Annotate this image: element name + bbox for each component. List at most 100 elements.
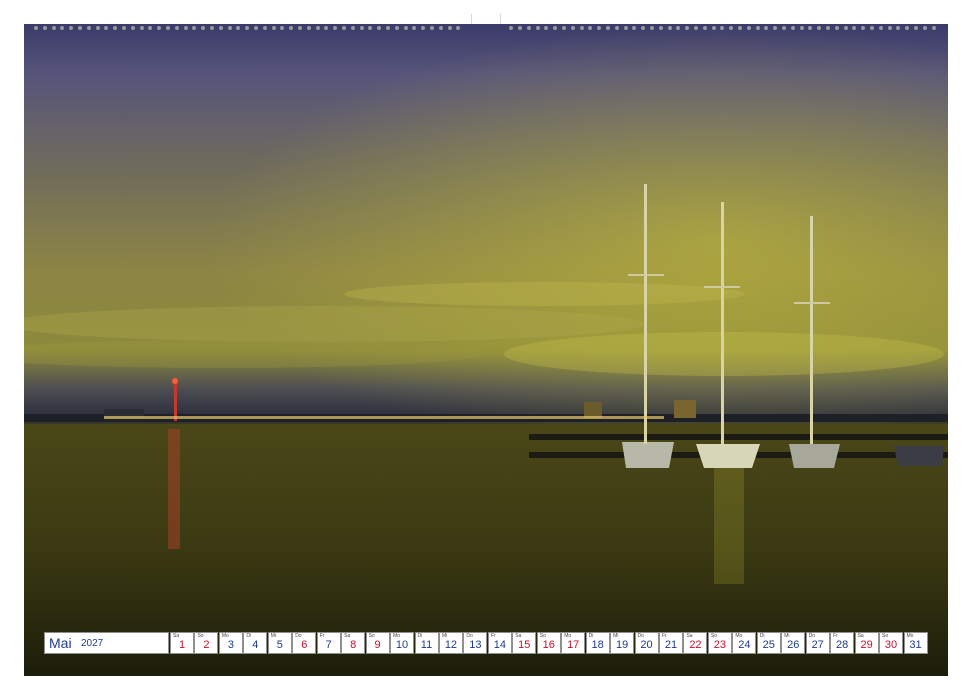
- binding-dot: [359, 26, 364, 30]
- day-cell: Di 25: [756, 632, 781, 654]
- day-cell: Sa 1: [170, 632, 194, 654]
- day-number: 17: [567, 639, 580, 651]
- harbor-night-photo: [24, 24, 948, 676]
- binding-dot: [922, 26, 927, 30]
- day-cell: Di 11: [414, 632, 439, 654]
- day-number: 16: [542, 639, 555, 651]
- day-number: 26: [787, 639, 800, 651]
- binding-dot: [254, 26, 258, 30]
- day-number: 1: [178, 639, 186, 651]
- day-number: 5: [276, 639, 283, 651]
- binding-dot: [350, 26, 355, 30]
- day-number: 2: [203, 639, 210, 651]
- binding-dot: [746, 26, 751, 30]
- day-cell: Sa 29: [854, 632, 879, 654]
- photo-scene: [24, 24, 948, 676]
- binding-dot: [887, 26, 892, 30]
- month-label-box: Mai 2027: [44, 632, 169, 654]
- binding-dot: [931, 26, 936, 30]
- binding-dot: [122, 26, 126, 30]
- binding-dot: [790, 26, 795, 30]
- day-cell: Do 13: [463, 632, 488, 654]
- binding-dot: [914, 26, 918, 30]
- day-cell: Mi 5: [267, 632, 292, 654]
- day-number: 15: [518, 639, 531, 651]
- binding-dot: [623, 26, 628, 30]
- binding-dot: [183, 26, 188, 30]
- binding-dot: [518, 26, 522, 30]
- binding-dot: [562, 26, 566, 30]
- binding-dot: [386, 26, 390, 30]
- binding-dot: [166, 26, 170, 30]
- binding-dot: [306, 26, 311, 30]
- binding-dot: [694, 26, 698, 30]
- day-cell: Mi 19: [610, 632, 635, 654]
- binding-dot: [394, 26, 399, 30]
- binding-dot: [782, 26, 786, 30]
- day-number: 3: [227, 639, 234, 651]
- day-cell: So 30: [879, 632, 904, 654]
- day-cell: Do 6: [292, 632, 317, 654]
- day-cell: Fr 21: [659, 632, 683, 654]
- binding-dot: [218, 26, 223, 30]
- day-cell: Fr 14: [487, 632, 512, 654]
- day-cell: Di 18: [585, 632, 610, 654]
- binding-dot: [227, 26, 232, 30]
- day-number: 8: [350, 639, 357, 651]
- binding-dot: [298, 26, 302, 30]
- binding-dot: [843, 26, 848, 30]
- binding-dot: [271, 26, 276, 30]
- binding-dot: [262, 26, 267, 30]
- day-number: 25: [762, 639, 775, 651]
- day-number: 31: [909, 639, 922, 651]
- binding-dot: [667, 26, 672, 30]
- binding-dot: [51, 26, 56, 30]
- day-number: 21: [664, 639, 678, 651]
- day-number: 10: [395, 639, 409, 651]
- day-cell: Sa 15: [512, 632, 537, 654]
- day-number: 4: [252, 639, 259, 651]
- binding-dot: [130, 26, 135, 30]
- binding-dot: [438, 26, 443, 30]
- day-cell: So 9: [365, 632, 390, 654]
- day-cell: Fr 7: [316, 632, 341, 654]
- day-cell: Mo 31: [903, 632, 928, 654]
- binding-dot: [403, 26, 408, 30]
- binding-dot: [870, 26, 874, 30]
- day-cell: Sa 22: [683, 632, 708, 654]
- day-number: 14: [493, 639, 506, 651]
- binding-dot: [658, 26, 663, 30]
- day-cell: Di 4: [243, 632, 268, 654]
- day-cell: Mo 10: [390, 632, 415, 654]
- day-number: 9: [374, 639, 381, 651]
- binding-dot: [579, 26, 584, 30]
- binding-dot: [430, 26, 434, 30]
- binding-dot: [210, 26, 214, 30]
- day-cell: So 16: [536, 632, 561, 654]
- day-cell: So 2: [194, 632, 219, 654]
- binding-dot: [342, 26, 346, 30]
- day-cell: Mo 17: [561, 632, 586, 654]
- day-number: 24: [738, 639, 751, 651]
- day-number: 30: [884, 639, 898, 651]
- binding-dot: [526, 26, 531, 30]
- day-number: 29: [860, 639, 873, 651]
- day-cell: Do 20: [634, 632, 659, 654]
- binding-dot: [86, 26, 91, 30]
- binding-dot: [826, 26, 830, 30]
- binding-dot: [315, 26, 320, 30]
- day-cell: Do 27: [805, 632, 830, 654]
- day-number: 28: [836, 639, 849, 651]
- day-number: 13: [469, 639, 482, 651]
- binding-dot: [34, 26, 38, 30]
- binding-dot: [614, 26, 619, 30]
- binding-dot: [702, 26, 707, 30]
- day-number: 7: [325, 639, 332, 651]
- binding-dot: [606, 26, 610, 30]
- binding-dot: [570, 26, 575, 30]
- day-number: 22: [689, 639, 702, 651]
- binding-dot: [42, 26, 47, 30]
- day-number: 27: [811, 639, 824, 651]
- day-number: 18: [591, 639, 604, 651]
- binding-dot: [447, 26, 452, 30]
